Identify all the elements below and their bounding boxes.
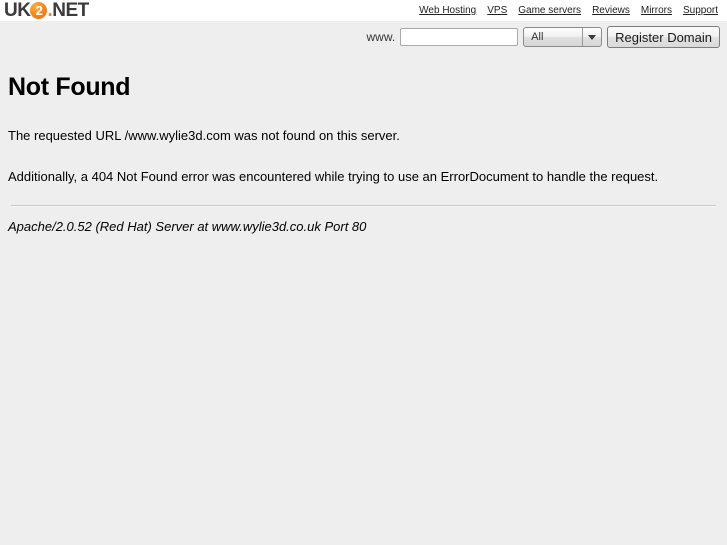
nav-mirrors[interactable]: Mirrors [641,5,672,16]
nav-reviews[interactable]: Reviews [592,5,630,16]
tld-select-value: All [531,31,544,43]
uk2-logo[interactable]: UK 2 . NET [0,1,89,20]
www-prefix-label: www. [366,30,396,44]
chevron-down-icon [588,34,597,40]
nav-web-hosting[interactable]: Web Hosting [419,5,476,16]
logo-suffix: NET [52,0,89,21]
register-domain-button[interactable]: Register Domain [607,26,720,48]
nav-vps[interactable]: VPS [487,5,507,16]
site-header: UK 2 . NET Web Hosting VPS Game servers … [0,0,727,21]
error-message-primary: The requested URL /www.wylie3d.com was n… [8,128,400,143]
logo-prefix: UK [4,0,31,21]
error-message-secondary: Additionally, a 404 Not Found error was … [8,169,659,184]
logo-two-badge-icon: 2 [30,2,48,19]
domain-search-bar: www. All Register Domain [0,21,727,53]
tld-select-arrow[interactable] [582,28,601,46]
top-navigation: Web Hosting VPS Game servers Reviews Mir… [419,5,727,16]
content-divider [11,205,716,207]
tld-select[interactable]: All [523,27,603,47]
nav-game-servers[interactable]: Game servers [518,5,581,16]
server-signature: Apache/2.0.52 (Red Hat) Server at www.wy… [8,219,367,234]
nav-support[interactable]: Support [683,5,718,16]
logo-badge-digit: 2 [35,2,43,18]
error-content: Not Found The requested URL /www.wylie3d… [0,73,727,234]
page-title: Not Found [8,73,131,101]
domain-search-input[interactable] [400,28,519,46]
